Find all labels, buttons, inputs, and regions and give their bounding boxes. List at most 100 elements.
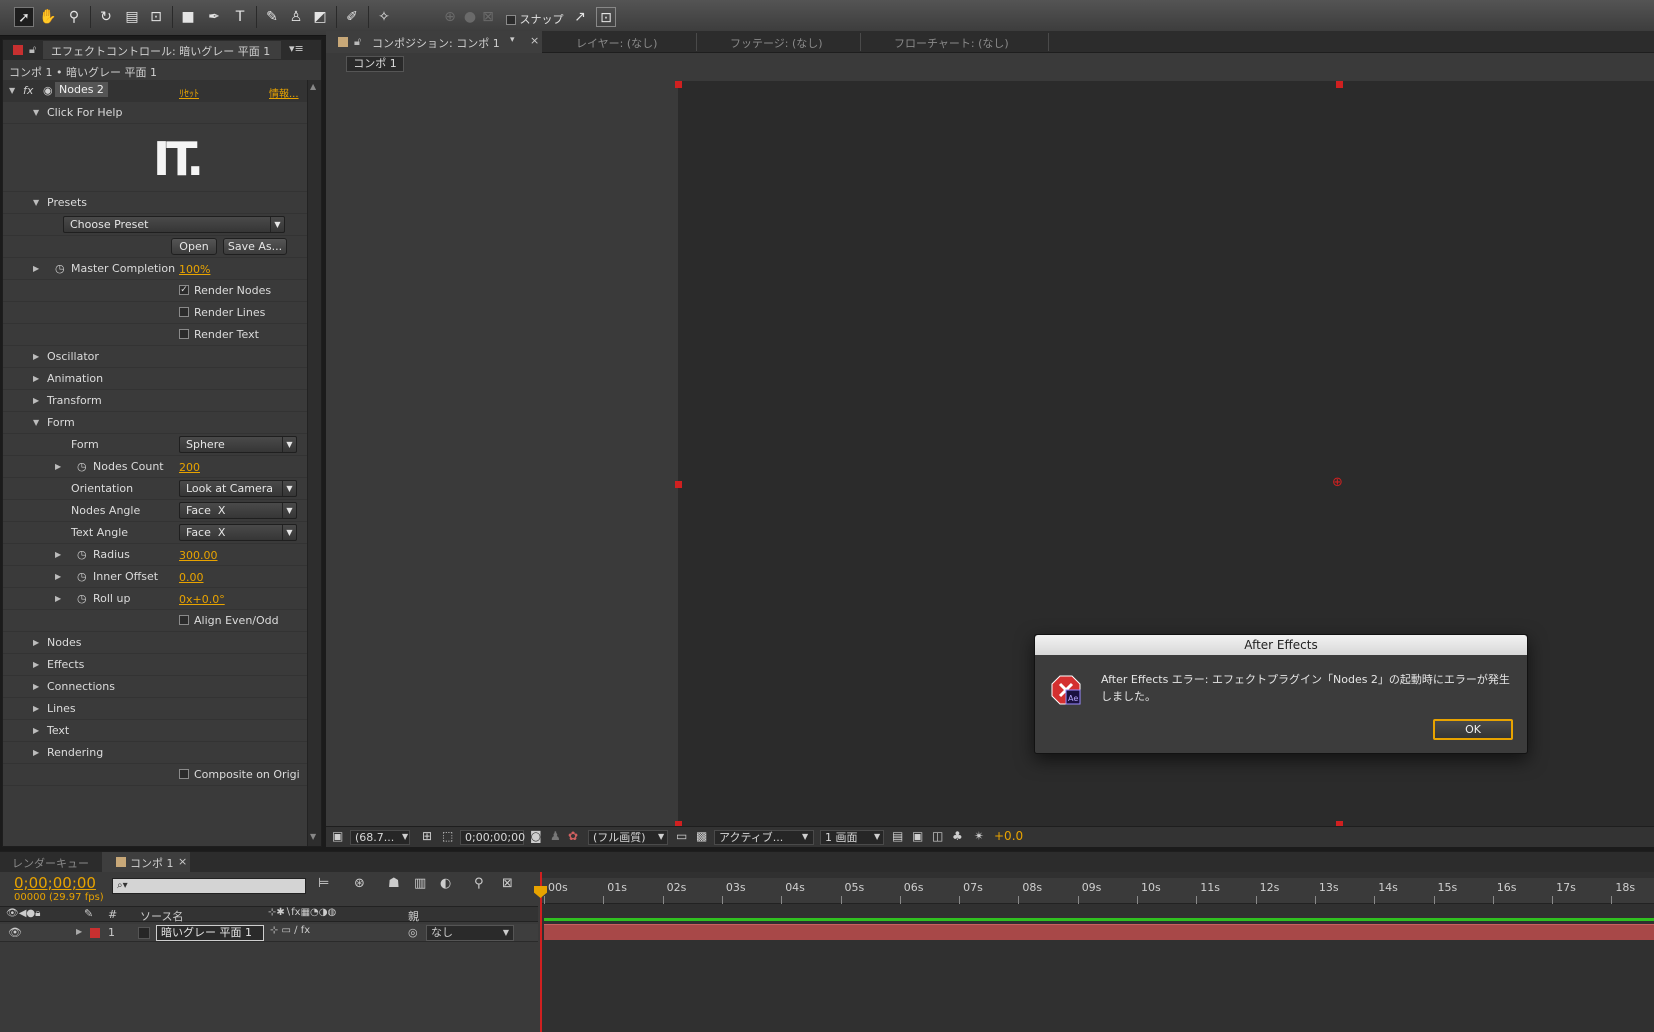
layer-handle[interactable]: [675, 481, 682, 488]
expand-triangle-icon[interactable]: ▶: [33, 352, 39, 361]
layer-label-color[interactable]: [90, 928, 100, 938]
layer-name[interactable]: 暗いグレー 平面 1: [156, 925, 264, 941]
close-icon[interactable]: ×: [178, 855, 187, 868]
layer-search-input[interactable]: ⌕▾: [112, 878, 306, 894]
stopwatch-icon[interactable]: ◷: [55, 262, 65, 275]
nodes-count-row[interactable]: ▶ ◷ Nodes Count 200: [3, 456, 307, 478]
current-time-field[interactable]: 0;00;00;00: [460, 830, 525, 845]
region-of-interest-icon[interactable]: ⬚: [442, 829, 453, 843]
snap-toggle[interactable]: スナップ: [506, 11, 564, 27]
toggle-pixel-aspect-icon[interactable]: ▤: [892, 829, 903, 843]
hide-shy-layers-icon[interactable]: ☗: [388, 876, 400, 891]
chevron-down-icon[interactable]: ▼: [874, 832, 880, 841]
axis-mode-icon[interactable]: ⊕: [440, 7, 460, 27]
av-features-icon[interactable]: 👁︎◀●🔒︎: [6, 908, 40, 919]
stopwatch-icon[interactable]: ◷: [77, 460, 87, 473]
master-completion-value[interactable]: 100%: [179, 263, 210, 276]
view-axis-icon[interactable]: ⊠: [478, 7, 498, 27]
expand-triangle-icon[interactable]: ▼: [33, 198, 39, 207]
zoom-tool-icon[interactable]: ⚲: [64, 7, 84, 27]
effect-header-row[interactable]: ▼ fx ◉ Nodes 2 ﾘｾｯﾄ 情報...: [3, 80, 307, 102]
pen-tool-icon[interactable]: ✒: [204, 7, 224, 27]
chevron-down-icon[interactable]: ▼: [402, 832, 408, 841]
lines-group[interactable]: ▶ Lines: [3, 698, 307, 720]
column-parent[interactable]: 親: [408, 908, 419, 924]
snapshot-icon[interactable]: ◙: [530, 829, 542, 843]
motion-blur-icon[interactable]: ◐: [440, 876, 451, 891]
pan-behind-tool-icon[interactable]: ⊡: [146, 7, 166, 27]
stopwatch-icon[interactable]: ◷: [77, 592, 87, 605]
help-row[interactable]: ▼ Click For Help: [3, 102, 307, 124]
expand-triangle-icon[interactable]: ▶: [33, 374, 39, 383]
comp-breadcrumb-tab[interactable]: コンポ 1: [346, 56, 404, 72]
text-angle-dropdown[interactable]: Face X ▼: [179, 524, 297, 541]
inner-offset-row[interactable]: ▶ ◷ Inner Offset 0.00: [3, 566, 307, 588]
layer-switches-icon[interactable]: ⊹ ▭ ∕ fx: [270, 925, 310, 936]
chevron-down-icon[interactable]: ▼: [658, 832, 664, 841]
timeline-graph[interactable]: 00s 01s 02s 03s 04s 05s 06s 07s 08s 09s 10s 11s 12s 1…: [534, 872, 1654, 1032]
nodes-count-value[interactable]: 200: [179, 461, 200, 474]
show-snapshot-icon[interactable]: ♟: [550, 829, 561, 843]
fx-icon[interactable]: fx: [23, 84, 33, 97]
nodes-angle-dropdown[interactable]: Face X ▼: [179, 502, 297, 519]
text-group[interactable]: ▶ Text: [3, 720, 307, 742]
label-column-icon[interactable]: ✎: [84, 907, 93, 920]
transform-group[interactable]: ▶ Transform: [3, 390, 307, 412]
tab-comp[interactable]: コンポ 1 ×: [102, 852, 190, 872]
oscillator-group[interactable]: ▶ Oscillator: [3, 346, 307, 368]
effect-panel-scrollbar[interactable]: ▲ ▼: [307, 80, 321, 846]
flowchart-icon[interactable]: ♣: [952, 829, 963, 843]
selection-tool-icon[interactable]: ➚: [14, 7, 34, 27]
expand-triangle-icon[interactable]: ▶: [33, 264, 39, 273]
resolution-dropdown[interactable]: (フル画質): [588, 830, 668, 845]
brainstorm-icon[interactable]: ⊠: [502, 876, 513, 891]
camera-tool-icon[interactable]: ▤: [122, 7, 142, 27]
preset-dropdown[interactable]: Choose Preset ▼: [63, 216, 285, 233]
switches-icon[interactable]: ⊹✱∖fx▦◔◑◍: [268, 907, 336, 918]
anchor-point-icon[interactable]: ⊕: [1332, 475, 1343, 490]
expand-triangle-icon[interactable]: ▶: [55, 594, 61, 603]
graph-editor-icon[interactable]: ⚲: [474, 876, 484, 891]
reset-link[interactable]: ﾘｾｯﾄ: [179, 85, 199, 100]
close-icon[interactable]: ×: [530, 34, 539, 47]
tab-effect-controls[interactable]: エフェクトコントロール: 暗いグレー 平面 1: [51, 43, 270, 59]
always-preview-icon[interactable]: ▣: [332, 829, 343, 843]
expand-triangle-icon[interactable]: ▶: [55, 462, 61, 471]
save-as-button[interactable]: Save As...: [223, 238, 287, 255]
panel-menu-icon[interactable]: ▾≡: [289, 42, 304, 55]
lock-icon[interactable]: 🔓︎: [29, 43, 36, 57]
transparency-grid-icon[interactable]: ▩: [696, 829, 707, 843]
snap-target-icon[interactable]: ⊡: [596, 7, 616, 27]
stopwatch-icon[interactable]: ◷: [77, 548, 87, 561]
expand-triangle-icon[interactable]: ▶: [76, 927, 82, 936]
world-axis-icon[interactable]: ●: [460, 7, 480, 27]
expand-triangle-icon[interactable]: ▶: [55, 550, 61, 559]
master-completion-row[interactable]: ▶ ◷ Master Completion 100%: [3, 258, 307, 280]
frame-blending-icon[interactable]: ▥: [414, 876, 426, 891]
connections-group[interactable]: ▶ Connections: [3, 676, 307, 698]
form-group[interactable]: ▼ Form: [3, 412, 307, 434]
animation-group[interactable]: ▶ Animation: [3, 368, 307, 390]
timeline-timecode[interactable]: 0;00;00;00: [14, 874, 96, 892]
lock-icon[interactable]: 🔓︎: [354, 35, 361, 49]
inner-offset-value[interactable]: 0.00: [179, 571, 204, 584]
expand-triangle-icon[interactable]: ▶: [33, 638, 39, 647]
layer-row[interactable]: 👁︎ ▶ 1 暗いグレー 平面 1 ⊹ ▭ ∕ fx ◎ なし ▼: [0, 924, 538, 942]
timeline-icon[interactable]: ◫: [932, 829, 943, 843]
fit-icon[interactable]: ⊞: [422, 829, 432, 843]
tab-composition[interactable]: 🔓︎ コンポジション: コンポ 1 ▾ ×: [326, 31, 542, 53]
exposure-value[interactable]: +0.0: [994, 829, 1023, 843]
roto-brush-tool-icon[interactable]: ✐: [342, 7, 362, 27]
eye-icon[interactable]: 👁︎: [8, 926, 22, 939]
text-tool-icon[interactable]: T: [230, 7, 250, 27]
eraser-tool-icon[interactable]: ◩: [310, 7, 330, 27]
camera-dropdown[interactable]: アクティブ...: [714, 830, 814, 845]
parent-dropdown[interactable]: なし ▼: [426, 925, 514, 941]
layer-handle[interactable]: [1336, 81, 1343, 88]
snap-checkbox[interactable]: [506, 15, 516, 25]
orientation-dropdown[interactable]: Look at Camera ▼: [179, 480, 297, 497]
tab-flowchart[interactable]: フローチャート: (なし): [894, 35, 1009, 51]
work-area-bar[interactable]: [544, 918, 1654, 921]
chevron-down-icon[interactable]: ▼: [802, 832, 808, 841]
clone-stamp-tool-icon[interactable]: ♙: [286, 7, 306, 27]
